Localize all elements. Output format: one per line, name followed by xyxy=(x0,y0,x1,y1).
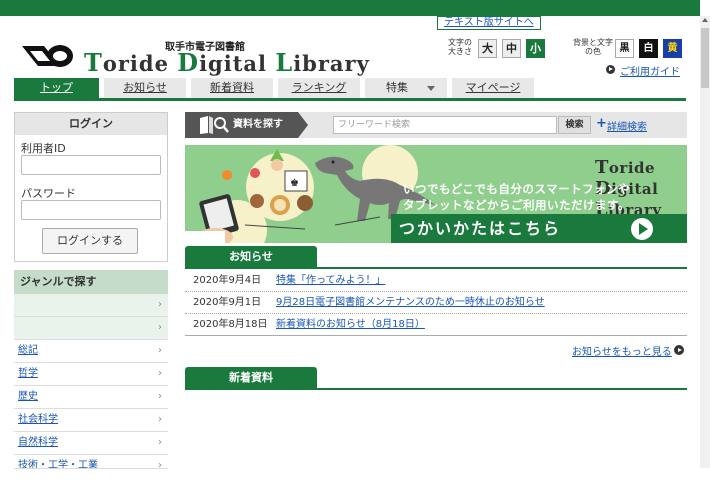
genre-item-philosophy[interactable]: 哲学 › xyxy=(14,363,168,386)
genre-panel: ジャンルで探す › › 総記 › 哲学 › 歴史 › 社会科学 › 自然科学 › 技術・工… xyxy=(14,270,168,469)
genre-item-technology[interactable]: 技術・工学・工業 › xyxy=(14,455,168,469)
news-date: 2020年8月18日 xyxy=(193,319,268,330)
chevron-right-icon: › xyxy=(158,414,162,425)
news-date: 2020年9月4日 xyxy=(193,275,262,286)
search-bar: 資料を探す フリーワード検索 検索 + 詳細検索 xyxy=(185,112,687,138)
scroll-up-icon[interactable] xyxy=(702,18,708,22)
banner-text-line2: タブレットなどからご利用いただけます。 xyxy=(403,198,630,212)
tab-ranking[interactable]: ランキング xyxy=(278,78,360,98)
new-materials-section-line xyxy=(185,388,687,390)
genre-title: ジャンルで探す xyxy=(14,270,168,294)
news-section-line xyxy=(185,267,687,269)
chevron-right-icon: › xyxy=(158,299,162,310)
banner-text-line1: いつでもどこでも自分のスマートフォンや xyxy=(403,182,631,196)
bg-white-button[interactable]: 白 xyxy=(639,39,658,58)
search-input[interactable]: フリーワード検索 xyxy=(333,116,557,134)
hero-banner[interactable]: ♚ Toride Digital Library いつでもどこでも自分のスマート… xyxy=(185,145,687,243)
nav-underline xyxy=(14,98,686,101)
genre-item-social-science[interactable]: 社会科学 › xyxy=(14,409,168,432)
chevron-right-icon: › xyxy=(158,368,162,379)
arrow-circle-icon xyxy=(674,345,684,355)
chevron-right-icon: › xyxy=(158,460,162,469)
genre-item[interactable]: › xyxy=(14,294,168,317)
login-button[interactable]: ログインする xyxy=(42,228,138,254)
chevron-right-icon: › xyxy=(158,391,162,402)
tab-feature[interactable]: 特集 xyxy=(365,78,447,98)
more-news-link[interactable]: お知らせをもっと見る xyxy=(572,343,672,358)
tab-news[interactable]: お知らせ xyxy=(104,78,186,98)
bg-black-button[interactable]: 黒 xyxy=(615,39,634,58)
user-id-label: 利用者ID xyxy=(21,142,66,155)
user-id-input[interactable] xyxy=(21,155,161,175)
library-logo-icon xyxy=(22,45,73,67)
tab-new-materials[interactable]: 新着資料 xyxy=(191,78,273,98)
triangle-down-icon xyxy=(427,86,435,91)
svg-text:♚: ♚ xyxy=(290,178,299,189)
search-section-label: 資料を探す xyxy=(185,112,308,138)
password-input[interactable] xyxy=(21,200,161,220)
login-panel: ログイン 利用者ID パスワード ログインする xyxy=(14,112,168,262)
bg-color-label: 背景と文字の色 xyxy=(573,38,613,56)
genre-item-history[interactable]: 歴史 › xyxy=(14,386,168,409)
advanced-search-link[interactable]: 詳細検索 xyxy=(607,118,647,133)
genre-item-natural-science[interactable]: 自然科学 › xyxy=(14,432,168,455)
plus-icon: + xyxy=(596,116,607,131)
news-date: 2020年9月1日 xyxy=(193,297,262,308)
login-title: ログイン xyxy=(15,113,167,135)
site-title[interactable]: Toride Digital Library xyxy=(84,48,370,77)
news-link[interactable]: 新着資料のお知らせ（8月18日） xyxy=(276,314,425,336)
news-item: 2020年9月4日 特集「作ってみよう！」 xyxy=(185,270,687,292)
arrow-right-circle-icon xyxy=(631,218,653,240)
bg-yellow-button[interactable]: 黄 xyxy=(663,39,682,58)
arrow-circle-icon xyxy=(606,65,615,74)
genre-item[interactable]: › xyxy=(14,317,168,340)
text-version-link[interactable]: テキスト版サイトへ xyxy=(437,16,541,30)
news-item: 2020年8月18日 新着資料のお知らせ（8月18日） xyxy=(185,314,687,336)
chevron-right-icon: › xyxy=(158,345,162,356)
news-link[interactable]: 特集「作ってみよう！」 xyxy=(276,270,386,292)
font-size-medium-button[interactable]: 中 xyxy=(502,39,521,58)
scroll-thumb[interactable] xyxy=(701,28,709,88)
new-materials-section-title: 新着資料 xyxy=(185,367,317,389)
password-label: パスワード xyxy=(21,187,76,200)
font-size-small-button[interactable]: 小 xyxy=(526,39,545,58)
user-guide-link[interactable]: ご利用ガイド xyxy=(620,63,680,78)
news-section-title: お知らせ xyxy=(185,246,317,268)
top-bar xyxy=(0,0,700,32)
tab-top[interactable]: トップ xyxy=(14,78,99,98)
font-size-label: 文字の大きさ xyxy=(448,38,472,56)
page-scrollbar[interactable] xyxy=(700,16,710,468)
chevron-right-icon: › xyxy=(158,437,162,448)
news-item: 2020年9月1日 9月28日電子図書館メンテナンスのため一時休止のお知らせ xyxy=(185,292,687,314)
news-link[interactable]: 9月28日電子図書館メンテナンスのため一時休止のお知らせ xyxy=(276,292,545,314)
search-button[interactable]: 検索 xyxy=(558,116,591,134)
genre-item-general[interactable]: 総記 › xyxy=(14,340,168,363)
tab-mypage[interactable]: マイページ xyxy=(452,78,534,98)
chevron-right-icon: › xyxy=(158,322,162,333)
font-size-large-button[interactable]: 大 xyxy=(478,39,497,58)
book-search-icon xyxy=(200,116,229,134)
